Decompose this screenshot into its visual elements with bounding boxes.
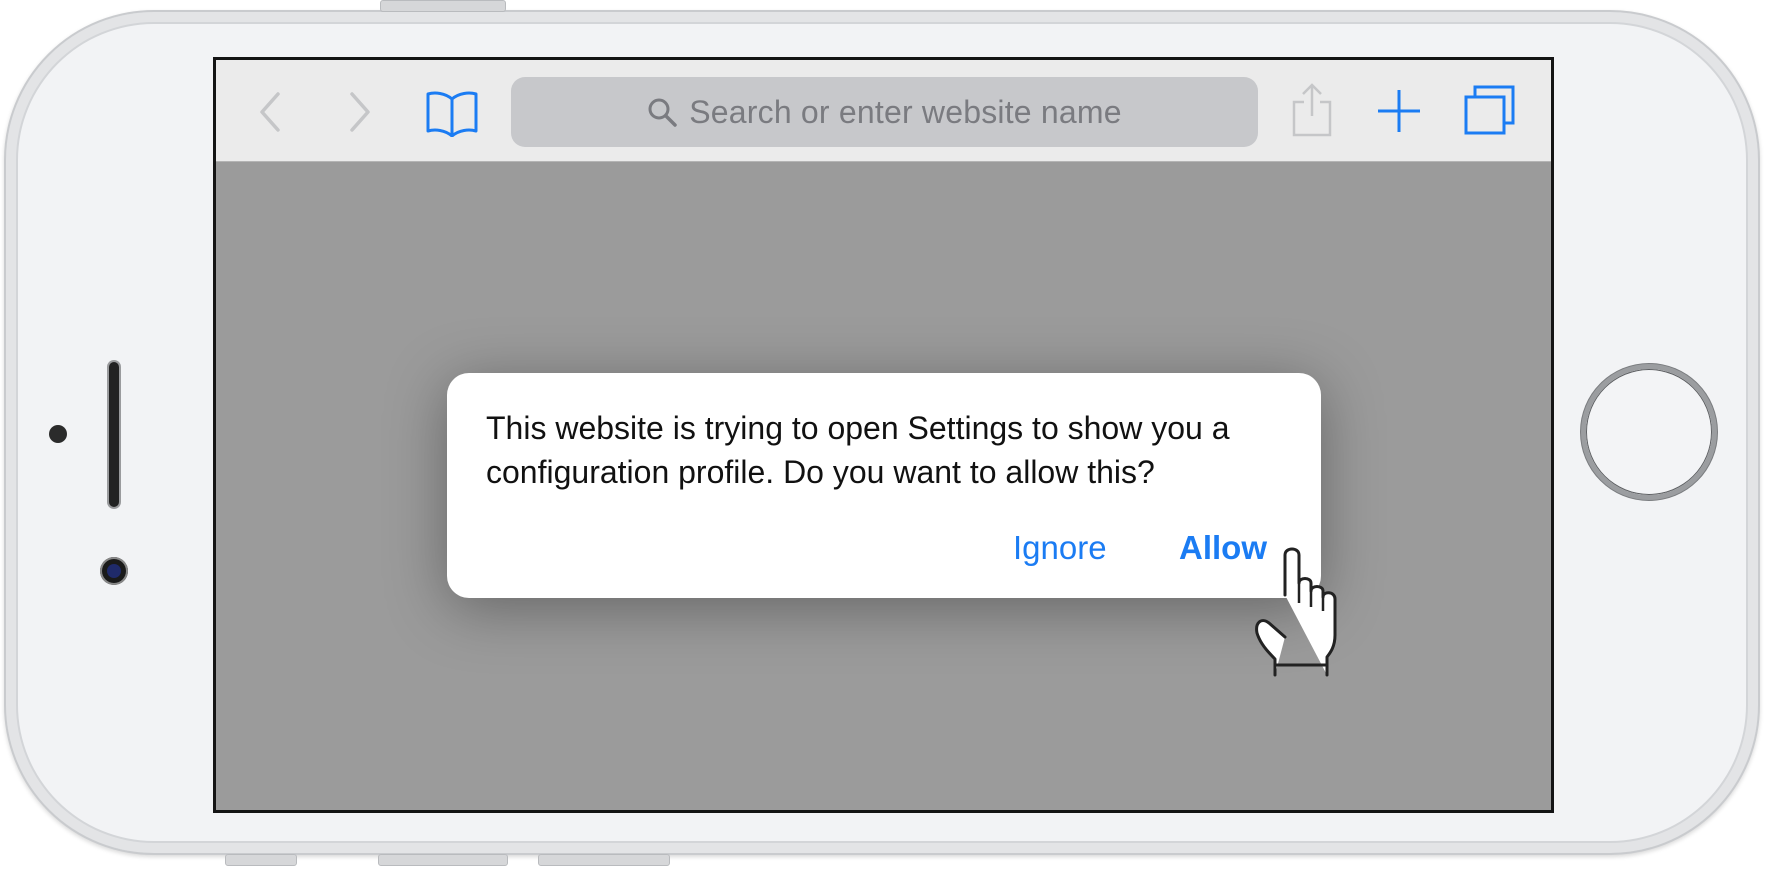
allow-button[interactable]: Allow <box>1179 529 1267 567</box>
share-icon[interactable] <box>1290 82 1334 138</box>
front-camera <box>100 557 128 585</box>
search-icon <box>648 98 677 127</box>
ignore-button[interactable]: Ignore <box>1013 529 1107 567</box>
open-book-icon[interactable] <box>425 89 479 137</box>
chevron-right-icon[interactable] <box>344 90 374 134</box>
chevron-left-icon[interactable] <box>256 90 286 134</box>
screen: Search or enter website name This websit… <box>213 57 1554 813</box>
proximity-sensor <box>49 425 67 443</box>
volume-up-button <box>378 854 508 866</box>
earpiece-speaker <box>109 362 119 507</box>
volume-down-button <box>538 854 670 866</box>
search-placeholder: Search or enter website name <box>689 93 1122 130</box>
tabs-icon[interactable] <box>1463 84 1517 136</box>
alert-message: This website is trying to open Settings … <box>486 410 1230 490</box>
configuration-profile-alert: This website is trying to open Settings … <box>447 373 1321 598</box>
top-button <box>380 0 506 12</box>
tap-hand-icon <box>1255 529 1337 677</box>
home-button[interactable] <box>1581 364 1717 500</box>
bottom-button-left <box>225 854 297 866</box>
browser-toolbar: Search or enter website name <box>216 60 1551 162</box>
address-search-field[interactable]: Search or enter website name <box>511 77 1258 147</box>
plus-icon[interactable] <box>1376 88 1422 134</box>
